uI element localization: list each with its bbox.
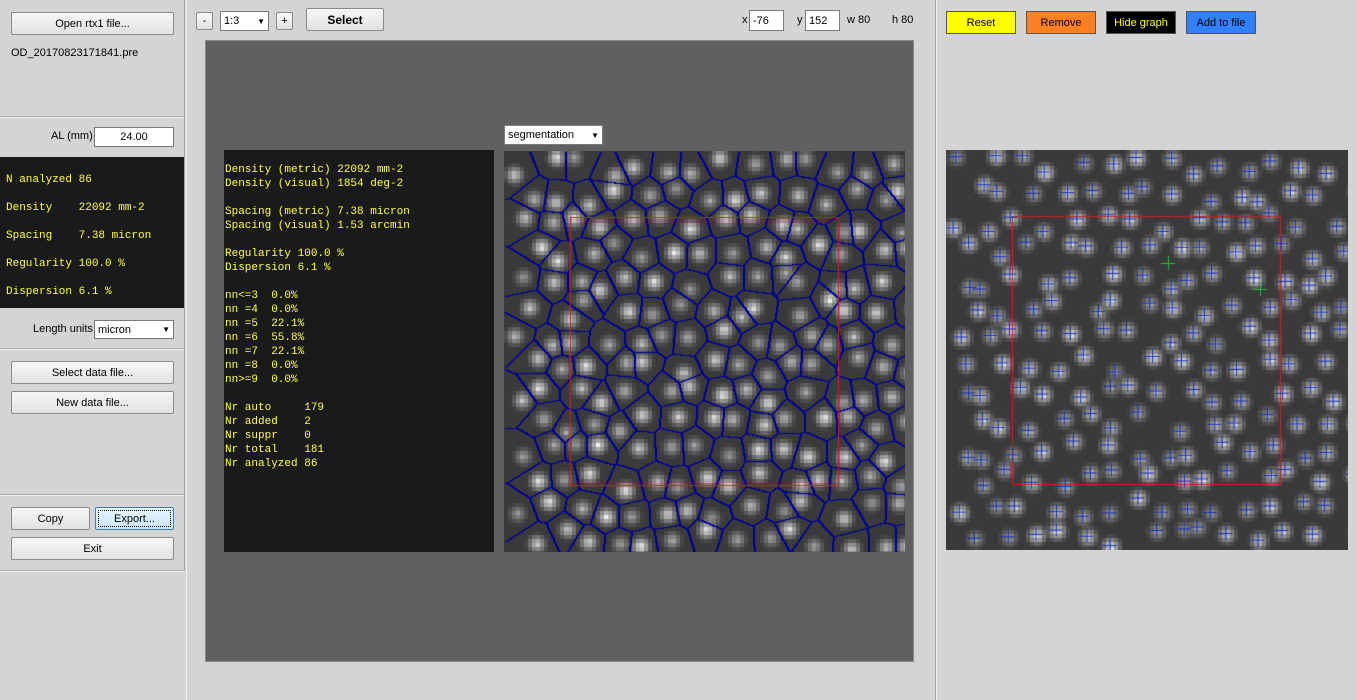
- view-mode-select[interactable]: segmentation ▼: [504, 125, 603, 145]
- report-line: Spacing (visual) 1.53 arcmin: [225, 220, 410, 232]
- copy-button[interactable]: Copy: [11, 507, 90, 530]
- stat-label: Dispersion: [6, 286, 73, 298]
- report-line: [225, 233, 494, 247]
- hide-graph-button[interactable]: Hide graph: [1106, 11, 1176, 34]
- zoom-out-button[interactable]: -: [196, 12, 213, 30]
- report-line: Nr added 2: [225, 416, 311, 428]
- zoom-select[interactable]: 1:3 ▼: [220, 11, 269, 31]
- stat-label: Density: [6, 202, 53, 214]
- x-label: x: [742, 14, 748, 26]
- report-line: nn =5 22.1%: [225, 318, 305, 330]
- report-line: Regularity 100.0 %: [225, 248, 344, 260]
- report-line: [225, 275, 494, 289]
- report-line: [225, 387, 494, 401]
- report-line: Nr analyzed 86: [225, 458, 318, 470]
- stats-panel: N analyzed 86 Density 22092 mm-2 Spacing 7…: [0, 157, 185, 308]
- filename-label: OD_20170823171841.pre: [11, 47, 139, 59]
- height-readout: h 80: [892, 14, 914, 26]
- new-data-file-button[interactable]: New data file...: [11, 391, 174, 414]
- stat-row: Dispersion 6.1 %: [6, 286, 112, 298]
- stat-label: N analyzed: [6, 174, 73, 186]
- view-mode-value: segmentation: [508, 129, 575, 141]
- zoom-value: 1:3: [224, 15, 240, 27]
- stat-row: Density 22092 mm-2: [6, 202, 145, 214]
- report-line: Spacing (metric) 7.38 micron: [225, 206, 410, 218]
- al-label: AL (mm): [51, 130, 93, 142]
- stat-row: Spacing 7.38 micron: [6, 230, 151, 242]
- zoom-in-button[interactable]: +: [276, 12, 293, 30]
- report-line: Dispersion 6.1 %: [225, 262, 331, 274]
- report-line: nn =6 55.8%: [225, 332, 305, 344]
- cone-image[interactable]: [946, 150, 1348, 550]
- stat-row: N analyzed 86: [6, 174, 92, 186]
- stat-label: Regularity: [6, 258, 73, 270]
- select-button[interactable]: Select: [306, 8, 384, 31]
- segmentation-canvas[interactable]: [504, 151, 905, 552]
- al-field[interactable]: 24.00: [94, 127, 174, 147]
- export-button[interactable]: Export...: [95, 507, 174, 530]
- stat-value: 86: [78, 174, 92, 186]
- width-readout: w 80: [847, 14, 871, 26]
- open-rtx1-file-button[interactable]: Open rtx1 file...: [11, 12, 174, 35]
- stat-value: 7.38 micron: [78, 230, 152, 242]
- length-units-value: micron: [98, 323, 132, 336]
- length-units-select[interactable]: micron ▼: [94, 320, 174, 339]
- stat-value: 6.1 %: [78, 286, 112, 298]
- report-line: nn =4 0.0%: [225, 304, 298, 316]
- report-line: Density (metric) 22092 mm-2: [225, 164, 404, 176]
- stat-value: 22092 mm-2: [78, 202, 145, 214]
- x-field[interactable]: -76: [749, 10, 784, 31]
- add-to-file-button[interactable]: Add to file: [1186, 11, 1256, 34]
- length-units-label: Length units: [33, 323, 93, 335]
- report-line: Nr total 181: [225, 444, 325, 456]
- y-label: y: [797, 14, 803, 26]
- report-line: nn<=3 0.0%: [225, 290, 298, 302]
- report-line: Density (visual) 1854 deg-2: [225, 178, 404, 190]
- report-line: nn =8 0.0%: [225, 360, 298, 372]
- cone-canvas[interactable]: [946, 150, 1348, 550]
- report-line: Nr auto 179: [225, 402, 325, 414]
- chevron-down-icon: ▼: [257, 16, 265, 26]
- report-line: nn>=9 0.0%: [225, 374, 298, 386]
- report-line: nn =7 22.1%: [225, 346, 305, 358]
- select-data-file-button[interactable]: Select data file...: [11, 361, 174, 384]
- report-panel: Density (metric) 22092 mm-2 Density (visu…: [224, 150, 494, 552]
- reset-button[interactable]: Reset: [946, 11, 1016, 34]
- stat-row: Regularity 100.0 %: [6, 258, 125, 270]
- report-line: [225, 191, 494, 205]
- report-line: Nr suppr 0: [225, 430, 311, 442]
- stat-value: 100.0 %: [78, 258, 125, 270]
- chevron-down-icon: ▼: [162, 325, 170, 334]
- segmentation-image[interactable]: [504, 151, 905, 552]
- y-field[interactable]: 152: [805, 10, 840, 31]
- exit-button[interactable]: Exit: [11, 537, 174, 560]
- chevron-down-icon: ▼: [591, 130, 599, 140]
- stat-label: Spacing: [6, 230, 53, 242]
- remove-button[interactable]: Remove: [1026, 11, 1096, 34]
